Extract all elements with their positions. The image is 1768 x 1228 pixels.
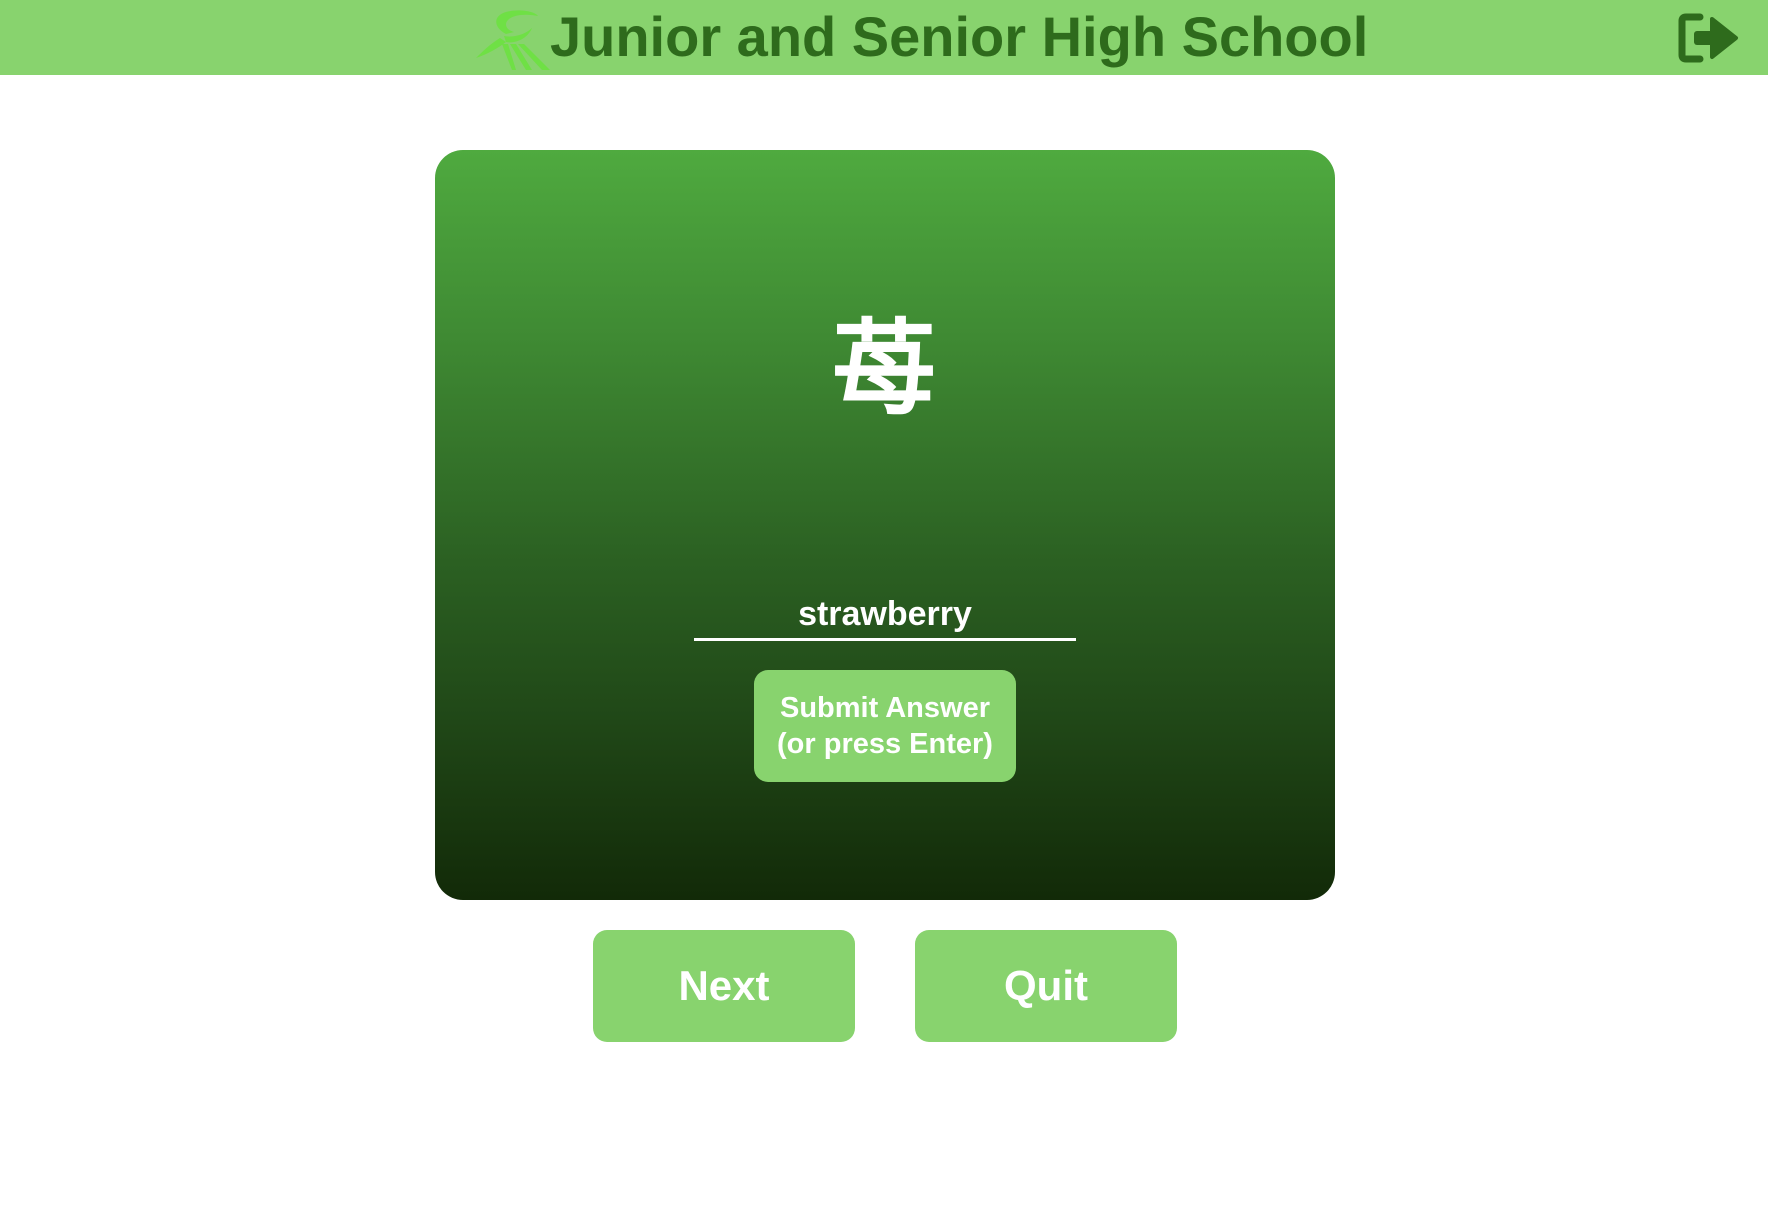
brand: Junior and Senior High School: [476, 4, 1368, 70]
next-button[interactable]: Next: [593, 930, 855, 1042]
app-header: Junior and Senior High School: [0, 0, 1768, 75]
sign-out-icon[interactable]: [1678, 11, 1740, 65]
answer-input[interactable]: [694, 590, 1076, 641]
school-logo-icon: [476, 10, 550, 70]
flashcard: [435, 150, 1335, 900]
quit-button[interactable]: Quit: [915, 930, 1177, 1042]
submit-answer-button[interactable]: Submit Answer (or press Enter): [754, 670, 1016, 782]
kanji-prompt: 苺: [831, 312, 936, 428]
page-title: Junior and Senior High School: [550, 5, 1369, 68]
